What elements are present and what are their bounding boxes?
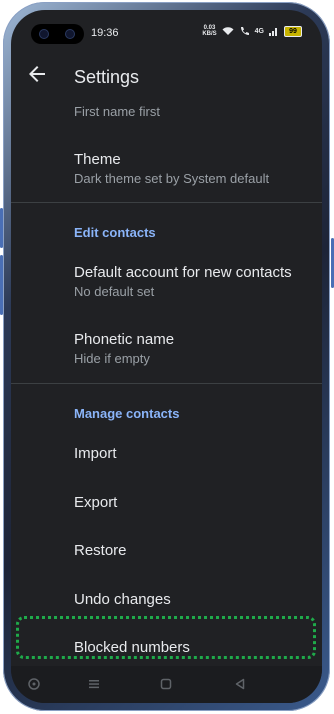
section-header-manage-contacts: Manage contacts xyxy=(74,406,180,421)
default-account-item[interactable]: Default account for new contacts No defa… xyxy=(74,263,314,301)
export-label: Export xyxy=(74,494,118,511)
screen: 19:36 0.03 KB/S 4G 99 Settings First nam… xyxy=(11,10,322,703)
divider xyxy=(11,383,322,384)
volume-button xyxy=(0,208,3,248)
default-account-label: Default account for new contacts xyxy=(74,264,292,281)
navigation-bar xyxy=(11,666,322,703)
import-item[interactable]: Import xyxy=(74,444,314,464)
theme-label: Theme xyxy=(74,151,121,168)
undo-changes-label: Undo changes xyxy=(74,591,171,608)
network-speed: 0.03 KB/S xyxy=(202,25,216,37)
camera-icon-secondary xyxy=(66,30,74,38)
volume-button-lower xyxy=(0,255,3,315)
status-icons: 0.03 KB/S 4G 99 xyxy=(202,25,302,37)
section-header-edit-contacts: Edit contacts xyxy=(74,225,156,240)
default-account-value: No default set xyxy=(74,284,155,299)
import-label: Import xyxy=(74,445,117,462)
arrow-back-icon[interactable] xyxy=(25,62,49,86)
network-speed-unit: KB/S xyxy=(202,31,217,37)
undo-changes-item[interactable]: Undo changes xyxy=(74,590,314,610)
back-nav-icon[interactable] xyxy=(233,677,247,691)
camera-icon xyxy=(40,30,48,38)
restore-label: Restore xyxy=(74,542,127,559)
app-bar: Settings xyxy=(11,50,322,100)
divider xyxy=(11,202,322,203)
assistant-dot-icon[interactable] xyxy=(27,677,41,691)
name-format-value: First name first xyxy=(74,104,160,119)
signal-label: 4G xyxy=(254,27,264,35)
signal-icon xyxy=(269,28,277,36)
phonetic-name-label: Phonetic name xyxy=(74,331,175,348)
home-icon[interactable] xyxy=(159,677,173,691)
blocked-numbers-highlight xyxy=(16,616,316,659)
volte-call-icon xyxy=(240,27,249,35)
export-item[interactable]: Export xyxy=(74,493,314,513)
phonetic-name-item[interactable]: Phonetic name Hide if empty xyxy=(74,330,314,368)
name-format-item[interactable]: First name first xyxy=(74,103,314,121)
status-bar: 19:36 0.03 KB/S 4G 99 xyxy=(11,10,322,50)
camera-cutout xyxy=(31,24,84,44)
wifi-icon xyxy=(222,27,234,35)
phonetic-name-value: Hide if empty xyxy=(74,351,150,366)
page-title: Settings xyxy=(74,67,140,87)
menu-icon[interactable] xyxy=(87,677,101,691)
status-time: 19:36 xyxy=(91,27,119,39)
theme-item[interactable]: Theme Dark theme set by System default xyxy=(74,150,314,188)
battery-icon: 99 xyxy=(284,25,302,37)
theme-value: Dark theme set by System default xyxy=(74,171,270,186)
restore-item[interactable]: Restore xyxy=(74,541,314,561)
